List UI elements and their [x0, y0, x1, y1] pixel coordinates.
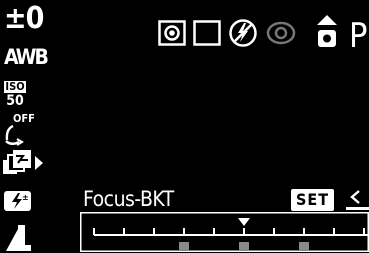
ae-lock-icon[interactable] [316, 14, 338, 48]
function-name: Focus-BKT [83, 187, 174, 211]
single-shot-drive-icon[interactable] [193, 20, 221, 46]
svg-text:±: ± [22, 193, 29, 202]
scale-pointer [238, 218, 250, 226]
red-eye-icon[interactable] [266, 20, 296, 46]
flash-off-icon[interactable] [228, 18, 258, 48]
bracket-step-marker [239, 242, 249, 250]
shooting-mode[interactable]: P [349, 16, 367, 56]
bracketing-icon[interactable] [3, 150, 45, 180]
iso-value[interactable]: 50 [4, 94, 26, 109]
set-arrow-icon[interactable] [344, 188, 369, 214]
focus-bracket-scale[interactable] [80, 212, 369, 252]
camera-screen: { "left_column": { "exposure_compensatio… [0, 0, 369, 252]
long-shutter-label: OFF [13, 112, 35, 125]
iso-label: ISO [4, 80, 26, 93]
exposure-compensation-value[interactable]: ±0 [4, 2, 44, 36]
set-button[interactable]: SET [291, 189, 334, 211]
bracket-step-marker [299, 242, 309, 250]
spot-metering-icon[interactable] [158, 20, 186, 46]
settings-column: ±0 AWB ISO 50 OFF ± [0, 0, 60, 252]
image-size-large-icon[interactable] [4, 223, 32, 253]
white-balance-label[interactable]: AWB [4, 45, 49, 69]
bracket-step-marker [179, 242, 189, 250]
flash-exposure-icon[interactable]: ± [3, 190, 33, 212]
